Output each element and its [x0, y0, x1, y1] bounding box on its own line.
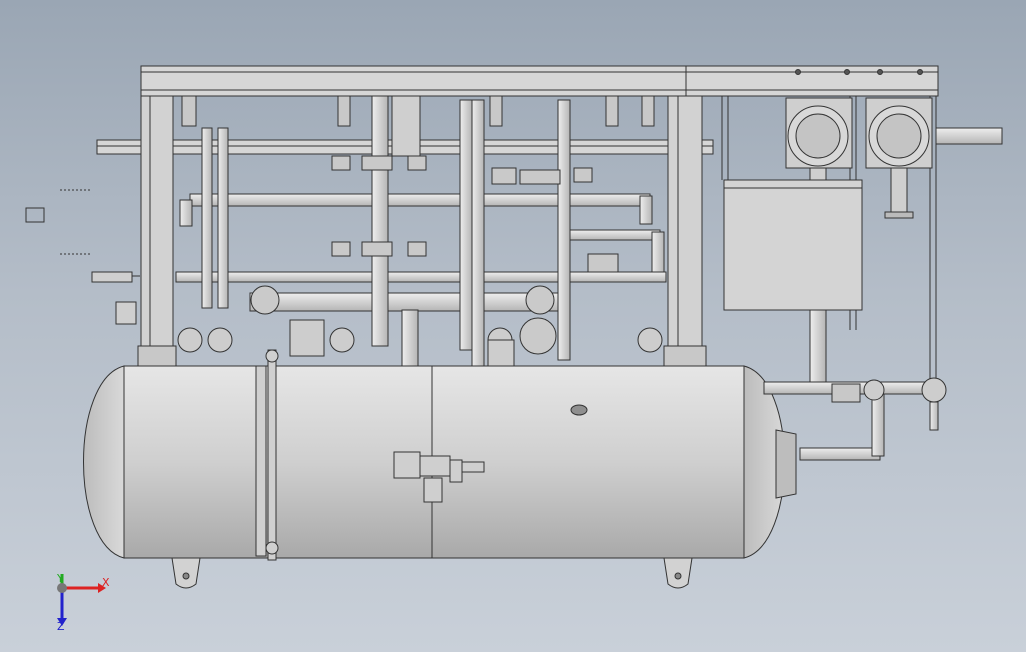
pressure-vessel-skid-model[interactable]	[0, 0, 1026, 652]
vessel-nozzles[interactable]	[177, 319, 663, 371]
vessel-saddle-left	[171, 557, 201, 589]
pump-right[interactable]	[865, 97, 933, 219]
pump-left[interactable]	[785, 97, 853, 181]
vessel-saddle-right	[663, 557, 693, 589]
frame-column-left[interactable]	[137, 95, 177, 405]
motor-shaft-pipe[interactable]	[935, 127, 1003, 145]
axis-triad	[57, 574, 106, 626]
cad-viewport[interactable]: X Y Z	[0, 0, 1026, 652]
control-cabinet[interactable]	[723, 179, 863, 311]
z-axis-label: Z	[57, 620, 65, 633]
x-axis-label: X	[102, 576, 110, 589]
pipe-run-upper[interactable]	[179, 193, 653, 227]
y-axis-label: Y	[57, 572, 64, 585]
frame-column-right[interactable]	[663, 95, 707, 395]
top-frame-beam[interactable]	[140, 65, 939, 97]
outlet-piping[interactable]	[763, 377, 947, 499]
pipe-run-lower[interactable]	[175, 271, 667, 312]
left-bracket	[25, 189, 140, 325]
